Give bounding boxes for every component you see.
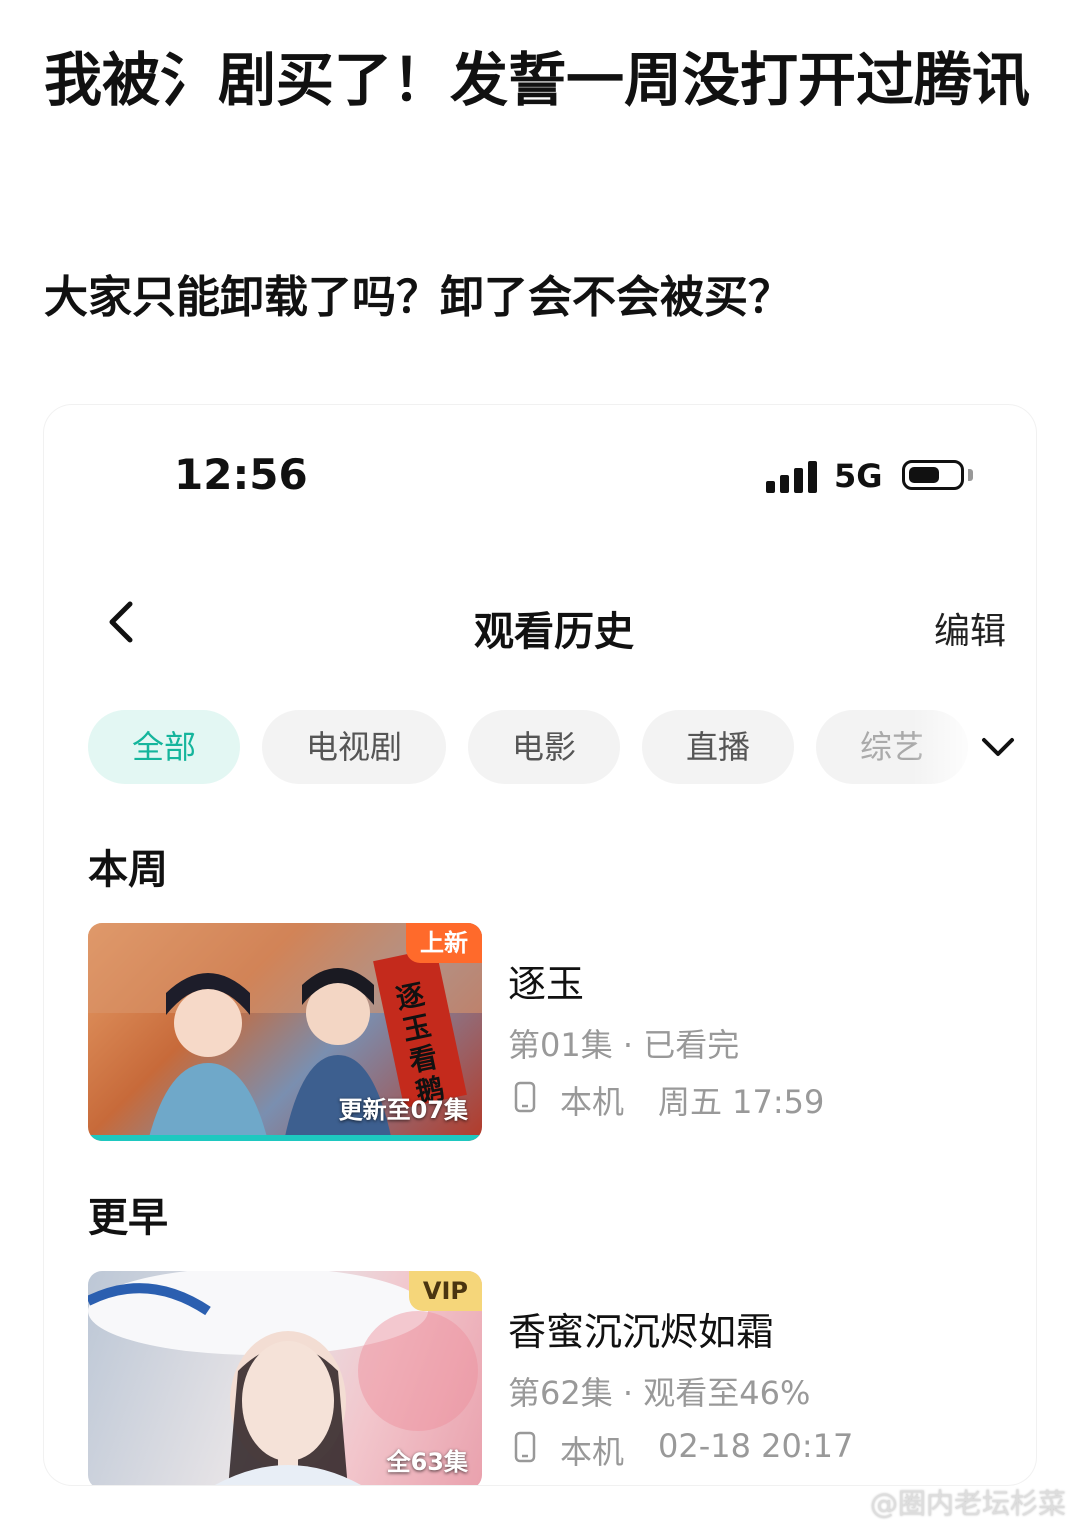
tabs-fade	[912, 705, 982, 789]
status-time: 12:56	[174, 450, 308, 499]
device-label: 本机	[560, 1433, 625, 1471]
watermark: @圈内老坛杉菜	[869, 1487, 1066, 1520]
watch-time: 周五 17:59	[658, 1083, 825, 1121]
episode-status: 第01集 · 已看完	[508, 1026, 740, 1064]
section-label-earlier: 更早	[88, 1195, 168, 1241]
watch-time: 02-18 20:17	[658, 1427, 854, 1465]
poster-xiangmi[interactable]: VIP 全63集	[88, 1271, 482, 1485]
tab-live[interactable]: 直播	[642, 710, 794, 784]
tab-all[interactable]: 全部	[88, 710, 240, 784]
show-title[interactable]: 香蜜沉沉烬如霜	[508, 1301, 774, 1356]
battery-tip	[968, 469, 973, 481]
page-title: 观看历史	[474, 609, 634, 655]
show-title[interactable]: 逐玉	[508, 953, 584, 1008]
phone-device-icon	[514, 1431, 536, 1463]
vip-badge: VIP	[408, 1271, 482, 1311]
episode-status: 第62集 · 观看至46%	[508, 1374, 811, 1412]
section-label-this-week: 本周	[88, 847, 168, 893]
watch-meta: 本机 02-18 20:17	[508, 1427, 978, 1471]
new-badge: 上新	[406, 923, 482, 963]
episode-count: 全63集	[386, 1448, 468, 1476]
expand-tabs-button[interactable]	[978, 727, 1018, 767]
chevron-down-icon	[982, 738, 1014, 756]
tab-tv-series[interactable]: 电视剧	[262, 710, 446, 784]
tab-movies[interactable]: 电影	[468, 710, 620, 784]
watch-progress-bar	[88, 1135, 482, 1141]
edit-button[interactable]: 编辑	[934, 602, 1006, 654]
watch-meta: 本机 周五 17:59	[508, 1077, 948, 1121]
signal-icon	[766, 461, 820, 493]
phone-device-icon	[514, 1081, 536, 1113]
network-type: 5G	[834, 457, 883, 495]
post-title: 我被氵剧买了！发誓一周没打开过腾讯	[44, 46, 1031, 114]
device-label: 本机	[560, 1083, 625, 1121]
poster-zhuyu[interactable]: 逐玉看鹅 上新 更新至07集	[88, 923, 482, 1141]
post-body: 大家只能卸载了吗？卸了会不会被买？	[44, 272, 792, 323]
phone-screenshot: 12:56 5G 观看历史 编辑 全部 电视剧 电影 直播 综艺 本周 逐玉看鹅…	[44, 405, 1036, 1485]
episode-count: 更新至07集	[338, 1096, 468, 1124]
battery-icon	[902, 460, 964, 490]
